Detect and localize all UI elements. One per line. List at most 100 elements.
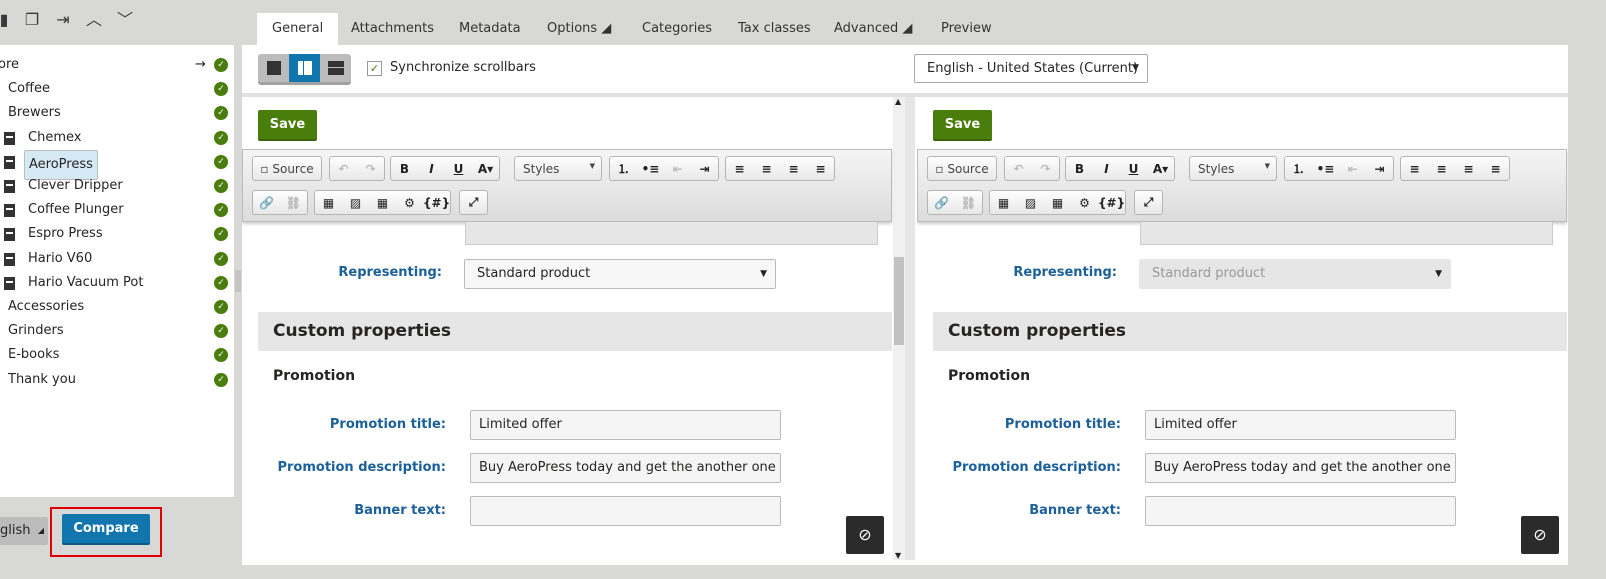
italic-icon[interactable]: I: [1093, 162, 1120, 176]
tree-item[interactable]: Brewers ✓: [0, 101, 234, 125]
tab-metadata[interactable]: Metadata: [444, 13, 536, 45]
representing-select[interactable]: Standard product ▼: [464, 259, 776, 289]
table-icon[interactable]: ▦: [1044, 196, 1071, 210]
delete-icon[interactable]: ▮: [0, 10, 14, 30]
tree-item[interactable]: Hario Vacuum Pot ✓: [0, 271, 234, 295]
move-icon[interactable]: ⇥: [53, 10, 73, 30]
save-button[interactable]: Save: [258, 110, 317, 141]
unlink-icon[interactable]: ⛓: [955, 196, 982, 210]
tree-item[interactable]: Clever Dripper ✓: [0, 174, 234, 198]
macro-icon[interactable]: {#}: [1098, 196, 1125, 210]
link-icon[interactable]: 🔗: [928, 196, 955, 210]
copy-icon[interactable]: ❐: [22, 10, 42, 30]
bullet-list-icon[interactable]: •≡: [637, 162, 664, 176]
indent-icon[interactable]: ⇥: [1366, 162, 1393, 176]
tab-categories[interactable]: Categories: [627, 13, 727, 45]
outdent-icon[interactable]: ⇤: [1339, 162, 1366, 176]
tree-item[interactable]: Thank you ✓: [0, 368, 234, 392]
unlink-icon[interactable]: ⛓: [280, 196, 307, 210]
maximize-icon[interactable]: ⤢: [460, 195, 487, 210]
redo-icon[interactable]: ↷: [1032, 162, 1059, 176]
macro-icon[interactable]: {#}: [423, 196, 450, 210]
undo-icon[interactable]: ↶: [1005, 162, 1032, 176]
scroll-down-icon[interactable]: ▼: [895, 551, 901, 560]
styles-dropdown[interactable]: Styles ▼: [1190, 162, 1276, 176]
tree-item[interactable]: Grinders ✓: [0, 319, 234, 343]
tree-item[interactable]: E-books ✓: [0, 343, 234, 367]
widget-icon[interactable]: ⚙: [1071, 196, 1098, 210]
tab-advanced[interactable]: Advanced ◢: [819, 13, 927, 45]
representing-select[interactable]: Standard product ▼: [1139, 259, 1451, 289]
justify-icon[interactable]: ≡: [807, 162, 834, 176]
scrollbar[interactable]: ▲ ▼: [893, 97, 905, 560]
underline-icon[interactable]: U: [1120, 162, 1147, 176]
promotion-description-input[interactable]: Buy AeroPress today and get the another …: [470, 453, 781, 483]
move-up-icon[interactable]: ︿: [84, 10, 104, 30]
sync-scrollbars-checkbox[interactable]: ✓: [367, 61, 382, 76]
indent-icon[interactable]: ⇥: [691, 162, 718, 176]
tree-item[interactable]: ore → ✓: [0, 53, 234, 77]
tree-item[interactable]: Coffee ✓: [0, 77, 234, 101]
align-left-icon[interactable]: ≡: [1401, 162, 1428, 176]
text-color-icon[interactable]: A▾: [1147, 162, 1174, 176]
tree-item[interactable]: Chemex ✓: [0, 126, 234, 150]
tab-preview[interactable]: Preview: [926, 13, 1007, 45]
image-icon[interactable]: ▨: [342, 196, 369, 210]
language-select[interactable]: English - United States (Current) ▼: [914, 54, 1148, 83]
align-left-icon[interactable]: ≡: [726, 162, 753, 176]
published-check-icon: ✓: [214, 227, 228, 242]
video-icon[interactable]: ▦: [315, 196, 342, 210]
splitter[interactable]: [234, 45, 242, 565]
image-icon[interactable]: ▨: [1017, 196, 1044, 210]
bullet-list-icon[interactable]: •≡: [1312, 162, 1339, 176]
split-vertical-button[interactable]: [289, 54, 320, 82]
table-icon[interactable]: ▦: [369, 196, 396, 210]
widget-icon[interactable]: ⚙: [396, 196, 423, 210]
underline-icon[interactable]: U: [445, 162, 472, 176]
video-icon[interactable]: ▦: [990, 196, 1017, 210]
promotion-title-input[interactable]: Limited offer: [470, 410, 781, 440]
numbered-list-icon[interactable]: ⒈: [610, 160, 637, 177]
source-button[interactable]: ▫ Source: [928, 162, 996, 176]
italic-icon[interactable]: I: [418, 162, 445, 176]
tab-tax-classes[interactable]: Tax classes: [723, 13, 826, 45]
language-selector[interactable]: glish ◢: [0, 517, 48, 545]
save-button[interactable]: Save: [933, 110, 992, 141]
source-button[interactable]: ▫ Source: [253, 162, 321, 176]
tree-item[interactable]: AeroPress ✓: [0, 149, 234, 180]
promotion-description-input[interactable]: Buy AeroPress today and get the another …: [1145, 453, 1456, 483]
redo-icon[interactable]: ↷: [357, 162, 384, 176]
undo-icon[interactable]: ↶: [330, 162, 357, 176]
tree-item[interactable]: Hario V60 ✓: [0, 247, 234, 271]
banner-text-input[interactable]: [1145, 496, 1456, 526]
numbered-list-icon[interactable]: ⒈: [1285, 160, 1312, 177]
tree-item[interactable]: Accessories ✓: [0, 295, 234, 319]
tab-options[interactable]: Options ◢: [532, 13, 626, 45]
styles-dropdown[interactable]: Styles ▼: [515, 162, 601, 176]
move-down-icon[interactable]: ﹀: [115, 10, 135, 30]
single-view-button[interactable]: [258, 54, 289, 82]
editor-toolbar: ▫ Source ↶ ↷ B I U A▾ Styles ▼ ⒈ •≡ ⇤ ⇥ ≡ ≡ ≡ ≡ 🔗 ⛓ ▦ ▨ ▦ ⚙ {#}…: [242, 149, 892, 222]
align-right-icon[interactable]: ≡: [780, 162, 807, 176]
bold-icon[interactable]: B: [1066, 162, 1093, 176]
compass-button[interactable]: ⊘: [1521, 516, 1559, 554]
compare-button[interactable]: Compare: [62, 514, 150, 545]
justify-icon[interactable]: ≡: [1482, 162, 1509, 176]
tree-item[interactable]: Coffee Plunger ✓: [0, 198, 234, 222]
align-right-icon[interactable]: ≡: [1455, 162, 1482, 176]
link-icon[interactable]: 🔗: [253, 196, 280, 210]
banner-text-input[interactable]: [470, 496, 781, 526]
tree-item[interactable]: Espro Press ✓: [0, 222, 234, 246]
outdent-icon[interactable]: ⇤: [664, 162, 691, 176]
align-center-icon[interactable]: ≡: [753, 162, 780, 176]
bold-icon[interactable]: B: [391, 162, 418, 176]
text-color-icon[interactable]: A▾: [472, 162, 499, 176]
scroll-up-icon[interactable]: ▲: [895, 97, 901, 106]
compass-button[interactable]: ⊘: [846, 516, 884, 554]
maximize-icon[interactable]: ⤢: [1135, 195, 1162, 210]
promotion-title-input[interactable]: Limited offer: [1145, 410, 1456, 440]
split-horizontal-button[interactable]: [320, 54, 351, 82]
tab-general[interactable]: General: [257, 13, 339, 45]
tab-attachments[interactable]: Attachments: [336, 13, 449, 45]
align-center-icon[interactable]: ≡: [1428, 162, 1455, 176]
